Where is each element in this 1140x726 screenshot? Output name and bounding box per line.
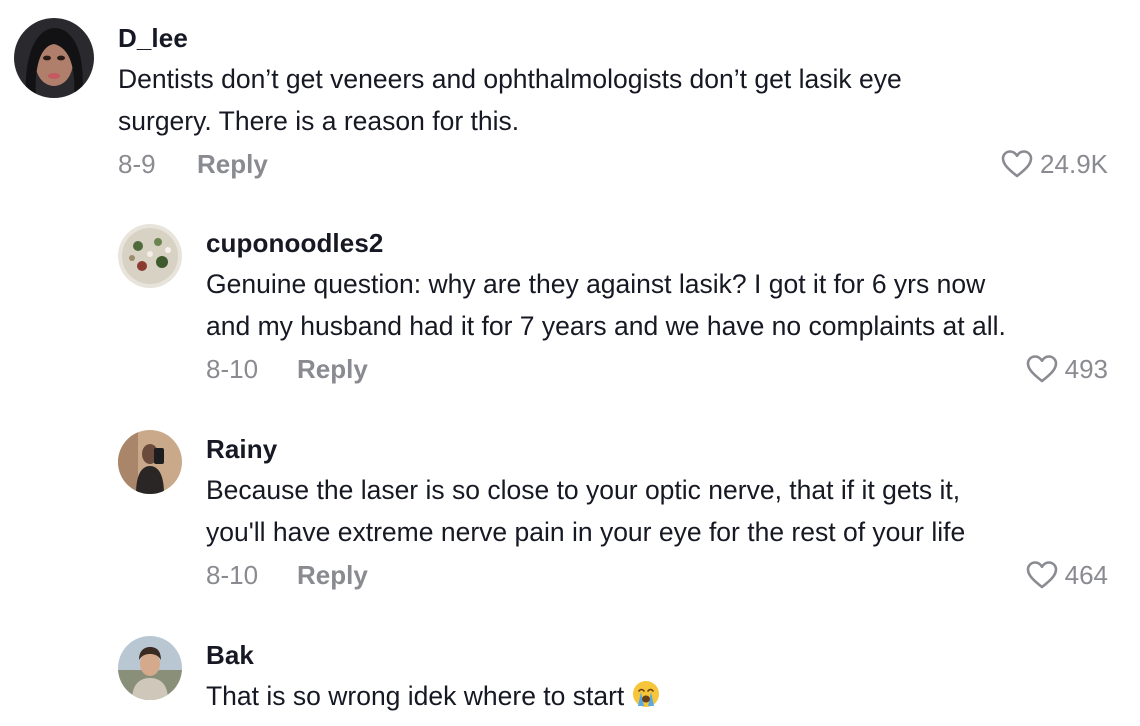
comment-text: Because the laser is so close to your op… <box>206 469 1108 553</box>
comment-text: Genuine question: why are they against l… <box>206 263 1108 347</box>
comment-date: 8-10 <box>206 560 259 590</box>
like-count: 464 <box>1064 560 1108 590</box>
reply-button[interactable]: Reply <box>297 351 368 387</box>
comment-date: 8-10 <box>206 354 259 384</box>
comment-text-line: surgery. There is a reason for this. <box>118 106 520 136</box>
comment-item: Bak That is so wrong idek where to start <box>0 622 1140 726</box>
avatar-food-plate <box>118 224 182 288</box>
comment-item: cuponoodles2 Genuine question: why are t… <box>0 210 1140 410</box>
heart-outline-icon <box>1026 355 1057 383</box>
heart-outline-icon <box>1001 150 1033 178</box>
like-count: 493 <box>1064 354 1108 384</box>
like-button[interactable]: 464 <box>1025 557 1108 593</box>
comment-text-line: Genuine question: why are they against l… <box>206 269 986 299</box>
comment-text-line: That is so wrong idek where to start <box>206 681 625 711</box>
comment-text: That is so wrong idek where to start <box>206 675 1108 717</box>
avatar-mirror-selfie <box>118 430 182 494</box>
comment-meta: 8-9 Reply 24.9K <box>118 146 1108 182</box>
like-button[interactable]: 493 <box>1025 351 1108 387</box>
comment-username[interactable]: Bak <box>206 640 1108 670</box>
comment-item: Rainy Because the laser is so close to y… <box>0 416 1140 616</box>
avatar-man-outdoors <box>118 636 182 700</box>
comment-username[interactable]: Rainy <box>206 434 1108 464</box>
reply-button[interactable]: Reply <box>297 557 368 593</box>
like-count: 24.9K <box>1040 149 1108 179</box>
comment-username[interactable]: D_lee <box>118 23 1108 53</box>
comment-text-line: and my husband had it for 7 years and we… <box>206 311 1006 341</box>
user-avatar[interactable] <box>14 18 94 98</box>
comment-meta: 8-10 Reply 464 <box>206 557 1108 593</box>
comment-text-line: Dentists don’t get veneers and ophthalmo… <box>118 64 902 94</box>
user-avatar[interactable] <box>118 430 182 494</box>
reply-button[interactable]: Reply <box>197 146 268 182</box>
comment-meta: 8-10 Reply 493 <box>206 351 1108 387</box>
user-avatar[interactable] <box>118 224 182 288</box>
user-avatar[interactable] <box>118 636 182 700</box>
comment-username[interactable]: cuponoodles2 <box>206 228 1108 258</box>
loudly-crying-face-emoji <box>632 681 659 707</box>
comment-date: 8-9 <box>118 149 156 179</box>
heart-outline-icon <box>1026 561 1057 589</box>
comment-item: D_lee Dentists don’t get veneers and oph… <box>0 0 1140 200</box>
comment-text: Dentists don’t get veneers and ophthalmo… <box>118 58 1108 142</box>
avatar-woman-dark-hair <box>14 18 94 98</box>
like-button[interactable]: 24.9K <box>1000 146 1108 182</box>
comment-text-line: you'll have extreme nerve pain in your e… <box>206 517 966 547</box>
comment-text-line: Because the laser is so close to your op… <box>206 475 961 505</box>
